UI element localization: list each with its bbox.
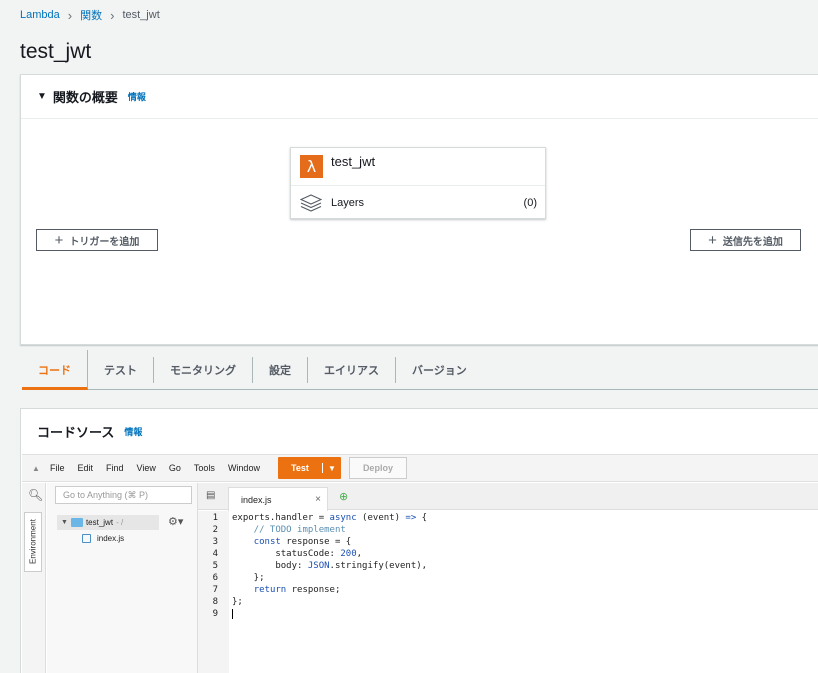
- menu-find[interactable]: Find: [106, 463, 124, 473]
- close-icon[interactable]: ×: [315, 494, 321, 505]
- code-line: body: JSON.stringify(event),: [232, 561, 428, 571]
- breadcrumb-lambda[interactable]: Lambda: [20, 9, 60, 21]
- plus-icon: +: [54, 231, 64, 249]
- line-number-gutter: 1 2 3 4 5 6 7 8 9: [198, 511, 229, 673]
- add-trigger-button[interactable]: + トリガーを追加: [36, 229, 158, 251]
- line-number: 2: [212, 525, 218, 535]
- js-file-icon: [82, 534, 91, 543]
- function-tabs: コード テスト モニタリング 設定 エイリアス バージョン: [22, 349, 818, 390]
- line-number: 9: [212, 609, 218, 619]
- file-tree-panel: [47, 483, 198, 673]
- lambda-icon: λ: [300, 155, 323, 178]
- line-number: 7: [212, 585, 218, 595]
- add-tab-icon[interactable]: ⊕: [339, 490, 348, 503]
- line-number: 8: [212, 597, 218, 607]
- code-editor[interactable]: exports.handler = async (event) => { // …: [229, 511, 818, 673]
- tab-list-icon[interactable]: ▤: [206, 490, 215, 501]
- gear-icon[interactable]: ⚙▾: [168, 515, 183, 528]
- editor-tab-label: index.js: [241, 494, 272, 505]
- line-number: 4: [212, 549, 218, 559]
- folder-icon: [70, 518, 83, 527]
- code-line: statusCode: 200,: [232, 549, 363, 559]
- function-card[interactable]: λ test_jwt Layers (0): [290, 147, 546, 219]
- code-line: ​: [232, 608, 818, 620]
- layers-label: Layers: [331, 196, 365, 209]
- layers-count: (0): [523, 196, 537, 209]
- goto-anything-input[interactable]: Go to Anything (⌘ P): [55, 486, 192, 504]
- add-trigger-label: トリガーを追加: [69, 236, 140, 248]
- line-number: 6: [212, 573, 218, 583]
- menu-edit[interactable]: Edit: [78, 463, 94, 473]
- function-name: test_jwt: [331, 154, 376, 169]
- test-button-label: Test: [278, 463, 323, 473]
- environment-tab[interactable]: Environment: [24, 512, 42, 572]
- menu-window[interactable]: Window: [228, 463, 260, 473]
- code-line: };: [232, 597, 243, 607]
- menu-view[interactable]: View: [137, 463, 156, 473]
- overview-info-link[interactable]: 情報: [128, 90, 146, 103]
- function-overview-panel: ▼ 関数の概要 情報 λ test_jwt Layers (0) + トリガーを…: [20, 74, 818, 345]
- function-overview-header[interactable]: ▼ 関数の概要 情報: [21, 75, 818, 119]
- tab-test[interactable]: テスト: [88, 356, 154, 383]
- triangle-down-icon[interactable]: ▼: [61, 519, 68, 526]
- page-title: test_jwt: [20, 40, 92, 63]
- tab-monitoring[interactable]: モニタリング: [154, 356, 253, 383]
- chevron-right-icon: ›: [67, 7, 73, 23]
- code-line: exports.handler = async (event) => {: [232, 513, 428, 523]
- collapse-up-icon[interactable]: ▲: [22, 464, 50, 473]
- text-cursor: ​: [232, 609, 233, 619]
- menu-go[interactable]: Go: [169, 463, 181, 473]
- code-line: };: [232, 573, 265, 583]
- tab-aliases[interactable]: エイリアス: [308, 356, 396, 383]
- deploy-button[interactable]: Deploy: [348, 457, 407, 479]
- code-line: // TODO implement: [232, 525, 346, 535]
- tab-settings[interactable]: 設定: [253, 356, 308, 383]
- ide-menu-bar: ▲ File Edit Find View Go Tools Window Te…: [22, 454, 818, 482]
- breadcrumb-functions[interactable]: 関数: [80, 7, 102, 23]
- editor-tab-index-js[interactable]: index.js ×: [228, 487, 328, 511]
- add-destination-button[interactable]: + 送信先を追加: [690, 229, 801, 251]
- plus-icon: +: [708, 231, 717, 249]
- tab-versions[interactable]: バージョン: [396, 357, 483, 383]
- tree-file-name: index.js: [97, 534, 125, 543]
- test-button[interactable]: Test ▼: [277, 457, 341, 479]
- overview-title: 関数の概要: [52, 90, 118, 105]
- code-line: const response = {: [253, 537, 352, 547]
- tree-file-row[interactable]: index.js: [82, 534, 124, 543]
- menu-file[interactable]: File: [50, 463, 65, 473]
- breadcrumb-current: test_jwt: [122, 9, 160, 21]
- code-source-title: コードソース: [37, 424, 115, 440]
- breadcrumb: Lambda › 関数 › test_jwt: [20, 7, 160, 23]
- layers-icon: [300, 193, 322, 212]
- code-line: return response;: [253, 585, 341, 595]
- layers-row[interactable]: Layers (0): [291, 186, 545, 219]
- caret-down-icon[interactable]: ▼: [37, 91, 47, 102]
- folder-name: test_jwt: [85, 518, 114, 527]
- tab-code[interactable]: コード: [22, 349, 88, 390]
- code-source-info-link[interactable]: 情報: [124, 425, 142, 438]
- tree-folder-row[interactable]: ▼ test_jwt - /: [57, 515, 159, 530]
- folder-suffix: - /: [116, 518, 124, 527]
- line-number: 3: [212, 537, 218, 547]
- chevron-right-icon: ›: [110, 7, 115, 23]
- caret-down-icon[interactable]: ▼: [323, 464, 341, 473]
- line-number: 5: [212, 561, 218, 571]
- menu-tools[interactable]: Tools: [194, 463, 215, 473]
- add-destination-label: 送信先を追加: [722, 236, 783, 248]
- search-icon[interactable]: 🔍︎: [28, 488, 43, 502]
- line-number: 1: [212, 513, 218, 523]
